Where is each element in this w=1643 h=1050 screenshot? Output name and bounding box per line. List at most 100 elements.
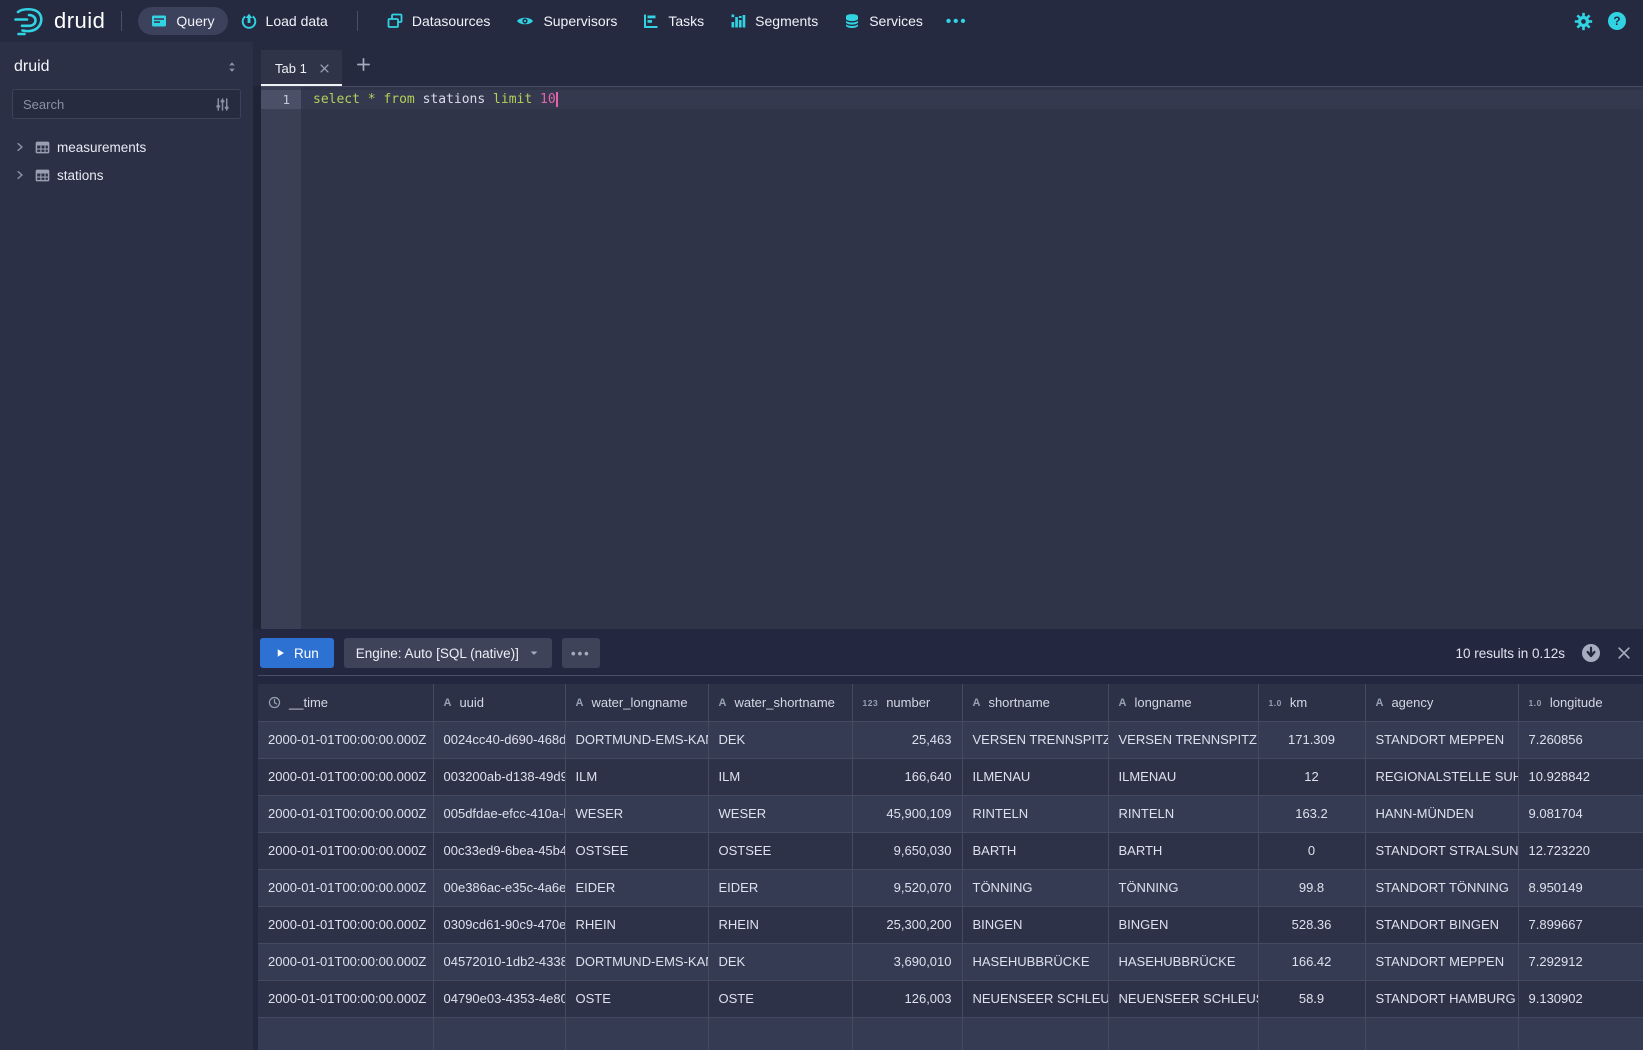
table-cell[interactable]: 2000-01-01T00:00:00.000Z bbox=[258, 721, 433, 758]
gear-icon[interactable] bbox=[1574, 12, 1593, 31]
table-cell[interactable]: 163.2 bbox=[1258, 795, 1365, 832]
nav-item-datasources[interactable]: Datasources bbox=[374, 7, 504, 35]
table-cell[interactable]: STANDORT TÖNNING bbox=[1365, 869, 1518, 906]
table-cell[interactable]: OSTSEE bbox=[708, 832, 852, 869]
table-cell[interactable]: 2000-01-01T00:00:00.000Z bbox=[258, 869, 433, 906]
column-header-water_longname[interactable]: Awater_longname bbox=[565, 684, 708, 721]
table-cell[interactable]: STANDORT HAMBURG bbox=[1365, 980, 1518, 1017]
filter-sliders-icon[interactable] bbox=[211, 93, 234, 116]
table-cell[interactable]: 12.723220 bbox=[1518, 832, 1643, 869]
table-cell[interactable]: 45,900,109 bbox=[852, 795, 962, 832]
column-header-shortname[interactable]: Ashortname bbox=[962, 684, 1108, 721]
table-cell[interactable]: HANN-MÜNDEN bbox=[1365, 795, 1518, 832]
table-cell[interactable]: 2000-01-01T00:00:00.000Z bbox=[258, 795, 433, 832]
column-header-longname[interactable]: Alongname bbox=[1108, 684, 1258, 721]
table-cell[interactable]: EIDER bbox=[708, 869, 852, 906]
table-cell[interactable]: NEUENSEER SCHLEUSEN bbox=[962, 980, 1108, 1017]
nav-item-segments[interactable]: Segments bbox=[717, 7, 831, 35]
table-cell[interactable]: TÖNNING bbox=[1108, 869, 1258, 906]
table-cell[interactable]: TÖNNING bbox=[962, 869, 1108, 906]
table-cell[interactable]: VERSEN TRENNSPITZE bbox=[1108, 721, 1258, 758]
table-cell[interactable] bbox=[852, 1017, 962, 1050]
table-cell[interactable]: 9.081704 bbox=[1518, 795, 1643, 832]
table-cell[interactable] bbox=[1518, 1017, 1643, 1050]
table-cell[interactable]: 7.292912 bbox=[1518, 943, 1643, 980]
table-cell[interactable]: 005dfdae-efcc-410a-bf1 bbox=[433, 795, 565, 832]
nav-item-load-data[interactable]: Load data bbox=[228, 7, 341, 35]
close-results-icon[interactable] bbox=[1617, 646, 1631, 660]
table-cell[interactable]: OSTE bbox=[708, 980, 852, 1017]
table-cell[interactable]: HASEHUBBRÜCKE bbox=[962, 943, 1108, 980]
column-header-longitude[interactable]: 1.0longitude bbox=[1518, 684, 1643, 721]
run-button[interactable]: Run bbox=[260, 638, 334, 668]
column-header-uuid[interactable]: Auuid bbox=[433, 684, 565, 721]
tree-item-measurements[interactable]: measurements bbox=[12, 133, 241, 161]
table-cell[interactable]: 2000-01-01T00:00:00.000Z bbox=[258, 832, 433, 869]
table-cell[interactable]: 166,640 bbox=[852, 758, 962, 795]
table-cell[interactable]: 0309cd61-90c9-470e-99 bbox=[433, 906, 565, 943]
table-cell[interactable]: HASEHUBBRÜCKE bbox=[1108, 943, 1258, 980]
table-cell[interactable] bbox=[708, 1017, 852, 1050]
table-cell[interactable]: NEUENSEER SCHLEUSEN bbox=[1108, 980, 1258, 1017]
tree-item-stations[interactable]: stations bbox=[12, 161, 241, 189]
table-cell[interactable]: RINTELN bbox=[1108, 795, 1258, 832]
table-cell[interactable]: BARTH bbox=[1108, 832, 1258, 869]
table-cell[interactable]: STANDORT STRALSUND bbox=[1365, 832, 1518, 869]
table-cell[interactable]: RINTELN bbox=[962, 795, 1108, 832]
table-cell[interactable]: 25,463 bbox=[852, 721, 962, 758]
column-header-km[interactable]: 1.0km bbox=[1258, 684, 1365, 721]
table-cell[interactable]: OSTSEE bbox=[565, 832, 708, 869]
table-cell[interactable]: 12 bbox=[1258, 758, 1365, 795]
table-cell[interactable] bbox=[1108, 1017, 1258, 1050]
search-input[interactable] bbox=[23, 97, 211, 112]
table-cell[interactable]: 0 bbox=[1258, 832, 1365, 869]
table-cell[interactable]: BINGEN bbox=[1108, 906, 1258, 943]
nav-item-supervisors[interactable]: Supervisors bbox=[503, 7, 630, 35]
table-cell[interactable]: WESER bbox=[565, 795, 708, 832]
table-cell[interactable] bbox=[258, 1017, 433, 1050]
table-cell[interactable]: DEK bbox=[708, 943, 852, 980]
schema-selector[interactable]: druid bbox=[12, 58, 241, 76]
table-cell[interactable]: 7.899667 bbox=[1518, 906, 1643, 943]
table-cell[interactable]: WESER bbox=[708, 795, 852, 832]
engine-select-button[interactable]: Engine: Auto [SQL (native)] bbox=[344, 638, 552, 668]
table-cell[interactable] bbox=[1365, 1017, 1518, 1050]
query-more-button[interactable]: ••• bbox=[562, 638, 600, 668]
nav-item-services[interactable]: Services bbox=[831, 7, 936, 35]
table-cell[interactable]: STANDORT MEPPEN bbox=[1365, 943, 1518, 980]
table-cell[interactable] bbox=[565, 1017, 708, 1050]
table-cell[interactable] bbox=[962, 1017, 1108, 1050]
table-cell[interactable]: BINGEN bbox=[962, 906, 1108, 943]
table-cell[interactable]: 9.130902 bbox=[1518, 980, 1643, 1017]
table-cell[interactable]: 3,690,010 bbox=[852, 943, 962, 980]
table-cell[interactable]: 00c33ed9-6bea-45b4-87 bbox=[433, 832, 565, 869]
table-cell[interactable]: 10.928842 bbox=[1518, 758, 1643, 795]
column-header-water_shortname[interactable]: Awater_shortname bbox=[708, 684, 852, 721]
chevron-right-icon[interactable] bbox=[14, 169, 26, 181]
table-cell[interactable]: 9,650,030 bbox=[852, 832, 962, 869]
table-cell[interactable]: ILMENAU bbox=[962, 758, 1108, 795]
table-cell[interactable]: ILM bbox=[708, 758, 852, 795]
add-tab-icon[interactable] bbox=[356, 57, 371, 72]
table-cell[interactable]: DORTMUND-EMS-KANA bbox=[565, 721, 708, 758]
table-cell[interactable]: 99.8 bbox=[1258, 869, 1365, 906]
table-cell[interactable]: STANDORT MEPPEN bbox=[1365, 721, 1518, 758]
column-header-agency[interactable]: Aagency bbox=[1365, 684, 1518, 721]
table-cell[interactable]: 166.42 bbox=[1258, 943, 1365, 980]
table-cell[interactable]: ILM bbox=[565, 758, 708, 795]
table-cell[interactable]: 04790e03-4353-4e80-be bbox=[433, 980, 565, 1017]
table-cell[interactable]: DEK bbox=[708, 721, 852, 758]
nav-more-button[interactable]: ••• bbox=[936, 7, 978, 36]
table-cell[interactable]: RHEIN bbox=[708, 906, 852, 943]
table-cell[interactable]: 126,003 bbox=[852, 980, 962, 1017]
table-cell[interactable]: 528.36 bbox=[1258, 906, 1365, 943]
chevron-right-icon[interactable] bbox=[14, 141, 26, 153]
query-text[interactable]: select * from stations limit 10 bbox=[301, 90, 1643, 109]
table-cell[interactable]: 7.260856 bbox=[1518, 721, 1643, 758]
table-cell[interactable]: 2000-01-01T00:00:00.000Z bbox=[258, 943, 433, 980]
tab-1[interactable]: Tab 1 bbox=[261, 50, 342, 86]
table-cell[interactable]: 2000-01-01T00:00:00.000Z bbox=[258, 906, 433, 943]
column-header-__time[interactable]: __time bbox=[258, 684, 433, 721]
table-cell[interactable]: RHEIN bbox=[565, 906, 708, 943]
nav-item-tasks[interactable]: Tasks bbox=[630, 7, 717, 35]
